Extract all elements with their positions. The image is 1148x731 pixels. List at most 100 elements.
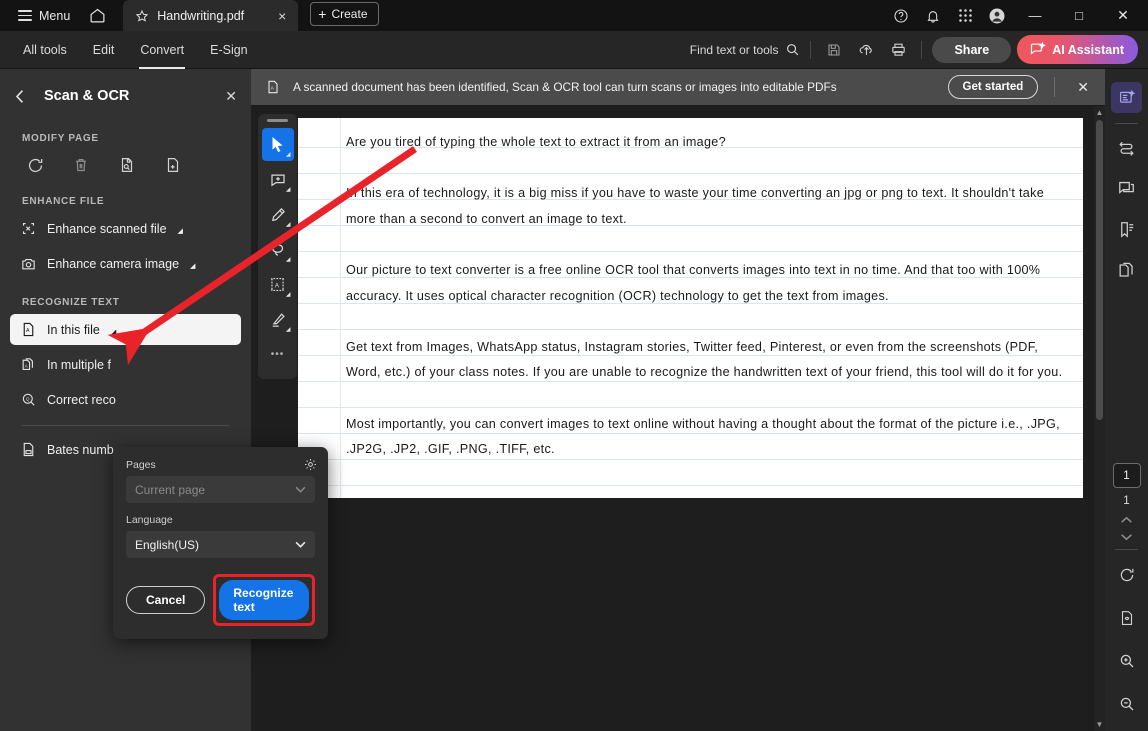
camera-icon	[20, 255, 37, 272]
page-title: Scan & OCR	[44, 88, 130, 104]
drag-handle[interactable]	[267, 119, 288, 122]
section-label-recognize-text: RECOGNIZE TEXT	[22, 297, 120, 308]
scroll-up-icon[interactable]: ▲	[1094, 108, 1105, 117]
paragraph: Get text from Images, WhatsApp status, I…	[346, 339, 1063, 380]
select-cursor-tool[interactable]: ◢	[261, 128, 294, 161]
document-viewer: A A scanned document has been identified…	[251, 69, 1105, 731]
tab-edit[interactable]: Edit	[80, 31, 128, 69]
sidebar-item-label: In multiple f	[47, 357, 111, 372]
pages-select[interactable]: Current page	[126, 476, 315, 503]
language-select[interactable]: English(US)	[126, 531, 315, 558]
highlight-pen-tool[interactable]: ◢	[262, 198, 294, 231]
lasso-erase-tool[interactable]: ◢	[262, 233, 294, 266]
chevron-down-icon[interactable]	[1120, 533, 1133, 541]
current-page-value: 1	[1123, 469, 1130, 482]
home-button[interactable]	[80, 3, 115, 28]
ai-assistant-panel-icon[interactable]	[1111, 82, 1142, 113]
rotate-view-icon[interactable]	[1111, 559, 1142, 590]
divider	[1054, 77, 1056, 97]
scrollbar-thumb[interactable]	[1096, 120, 1103, 420]
vertical-scrollbar[interactable]: ▲ ▼	[1094, 106, 1105, 731]
add-comment-tool[interactable]: ◢	[262, 163, 294, 196]
sidebar-item-enhance-scanned-file[interactable]: Enhance scanned file ◢	[10, 213, 241, 244]
document-tab[interactable]: Handwriting.pdf ×	[123, 0, 299, 31]
replace-page-icon[interactable]	[114, 152, 140, 178]
apps-button[interactable]	[950, 0, 980, 31]
more-dots-icon: •••	[270, 349, 285, 360]
chevron-down-icon[interactable]: ◢	[111, 328, 116, 338]
gear-icon[interactable]	[303, 457, 318, 472]
upload-button[interactable]	[853, 37, 879, 63]
close-icon[interactable]: ×	[276, 9, 288, 23]
tab-all-tools[interactable]: All tools	[10, 31, 80, 69]
ai-assistant-button[interactable]: AI Assistant	[1017, 35, 1138, 64]
sidebar-item-label: In this file	[47, 322, 100, 337]
sidebar-item-enhance-camera-image[interactable]: Enhance camera image ◢	[10, 248, 241, 279]
bell-icon	[925, 8, 941, 24]
rotate-page-icon[interactable]	[22, 152, 48, 178]
chevron-left-icon[interactable]	[14, 89, 34, 104]
get-started-button[interactable]: Get started	[947, 75, 1039, 99]
menu-button[interactable]: Menu	[10, 5, 78, 27]
scroll-down-icon[interactable]: ▼	[1094, 720, 1105, 729]
close-icon[interactable]: ✕	[1071, 79, 1095, 96]
tab-convert[interactable]: Convert	[127, 31, 197, 69]
window-close-button[interactable]: ✕	[1102, 0, 1144, 31]
pdf-page[interactable]: Are you tired of typing the whole text t…	[298, 118, 1083, 498]
current-page-input[interactable]: 1	[1112, 463, 1141, 488]
sidebar-item-correct-recognition[interactable]: Q Correct reco	[10, 384, 241, 415]
chevron-down-icon: ◢	[285, 152, 291, 158]
help-icon	[893, 8, 909, 24]
sidebar-item-label: Enhance scanned file	[47, 221, 167, 236]
delete-page-icon[interactable]	[68, 152, 94, 178]
ai-label: AI Assistant	[1052, 42, 1124, 57]
comments-panel-icon[interactable]	[1111, 173, 1142, 204]
help-button[interactable]	[886, 0, 916, 31]
handwritten-content: Are you tired of typing the whole text t…	[346, 130, 1071, 488]
recognize-multi-icon: A	[20, 356, 37, 373]
sidebar-item-label: Enhance camera image	[47, 256, 180, 271]
more-tools[interactable]: •••	[262, 338, 294, 371]
close-icon[interactable]: ✕	[225, 88, 237, 105]
total-pages-label: 1	[1123, 495, 1130, 507]
share-button[interactable]: Share	[932, 36, 1012, 63]
find-text-or-tools[interactable]: Find text or tools	[690, 42, 801, 57]
annotation-toolbar: ◢ ◢ ◢ ◢ A ◢ ◢ •••	[258, 114, 297, 379]
divider	[921, 40, 923, 59]
chevron-down-icon[interactable]: ◢	[178, 227, 183, 237]
maximize-icon: □	[1075, 8, 1083, 23]
page-thumbnails-icon[interactable]	[1111, 255, 1142, 286]
tab-title: Handwriting.pdf	[157, 8, 245, 23]
tab-esign[interactable]: E-Sign	[197, 31, 261, 69]
stamp-signature-tool[interactable]: ◢	[262, 303, 294, 336]
text-select-tool[interactable]: A ◢	[262, 268, 294, 301]
minimize-button[interactable]: —	[1014, 0, 1056, 31]
recognize-text-button[interactable]: Recognize text	[219, 580, 309, 620]
convert-arrows-icon[interactable]	[1111, 132, 1142, 163]
zoom-out-icon[interactable]	[1111, 688, 1142, 719]
bookmarks-panel-icon[interactable]	[1111, 214, 1142, 245]
sidebar-item-in-this-file[interactable]: A In this file ◢	[10, 314, 241, 345]
search-icon[interactable]	[785, 42, 800, 57]
main-toolbar: All tools Edit Convert E-Sign Find text …	[0, 31, 1148, 69]
star-icon[interactable]	[135, 9, 149, 23]
maximize-button[interactable]: □	[1058, 0, 1100, 31]
sidebar-item-in-multiple-files[interactable]: A In multiple f	[10, 349, 241, 380]
cancel-button[interactable]: Cancel	[126, 586, 206, 614]
home-icon	[89, 7, 106, 24]
fit-page-icon[interactable]	[1111, 602, 1142, 633]
chevron-down-icon[interactable]: ◢	[190, 262, 195, 272]
divider	[1115, 549, 1138, 550]
close-icon: ✕	[1117, 7, 1129, 23]
create-button[interactable]: + Create	[310, 1, 379, 26]
plus-icon: +	[318, 5, 327, 22]
account-button[interactable]	[982, 0, 1012, 31]
ai-sparkle-icon	[1029, 41, 1047, 58]
insert-page-icon[interactable]	[160, 152, 186, 178]
enhance-scan-icon	[20, 220, 37, 237]
zoom-in-icon[interactable]	[1111, 645, 1142, 676]
print-button[interactable]	[885, 37, 911, 63]
save-button[interactable]	[821, 37, 847, 63]
notifications-button[interactable]	[918, 0, 948, 31]
chevron-up-icon[interactable]	[1120, 516, 1133, 524]
